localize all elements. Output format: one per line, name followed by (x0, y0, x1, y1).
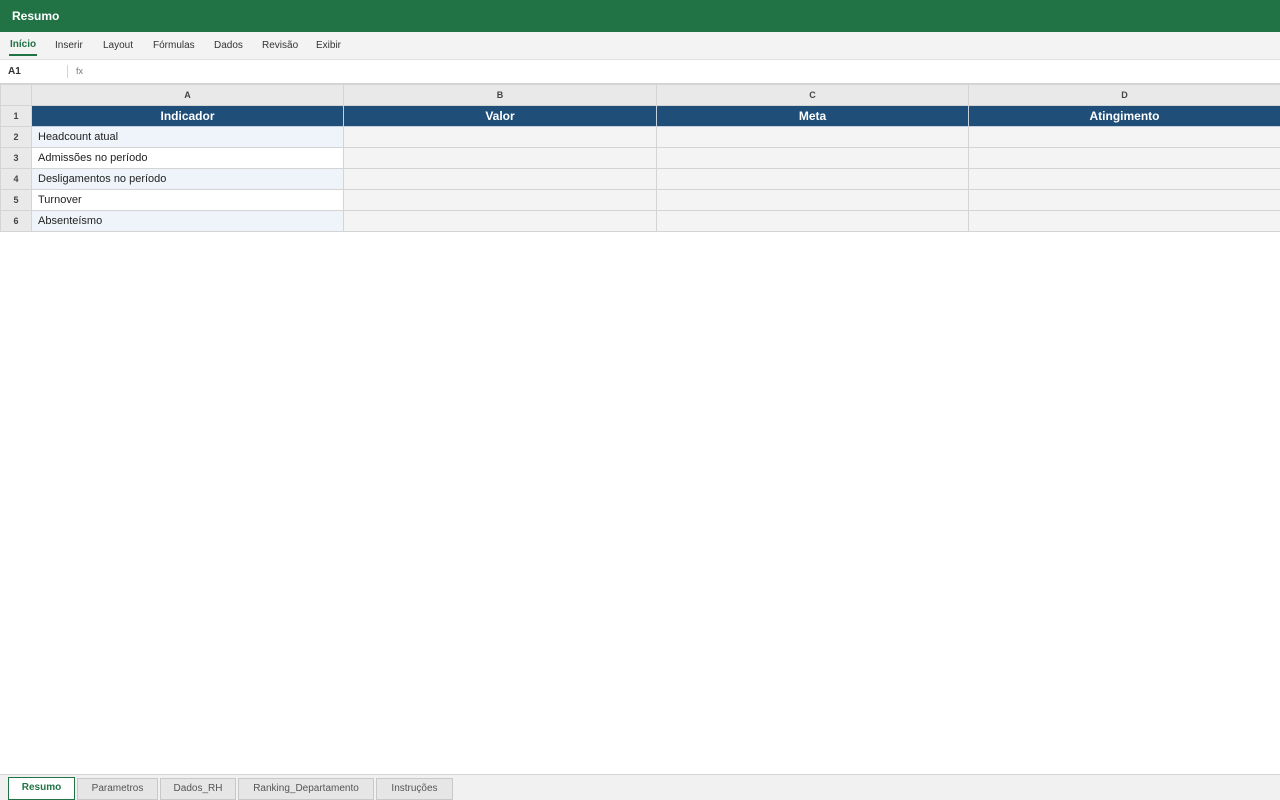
select-all-corner[interactable] (0, 84, 32, 106)
header-cell-meta[interactable]: Meta (656, 105, 969, 127)
column-header-c[interactable]: C (656, 84, 969, 106)
sheet-tab-instrucoes[interactable]: Instruções (376, 778, 453, 800)
value-cell[interactable] (343, 126, 657, 148)
indicator-cell[interactable]: Desligamentos no período (31, 168, 344, 190)
formula-input[interactable] (92, 63, 1272, 81)
table-row: 3 Admissões no período (0, 147, 1280, 169)
indicator-cell[interactable]: Headcount atual (31, 126, 344, 148)
name-box[interactable]: A1 (8, 66, 21, 77)
achievement-cell[interactable] (968, 189, 1280, 211)
title-bar: Resumo (0, 0, 1280, 32)
tab-revisao[interactable]: Revisão (262, 40, 298, 51)
column-header-a[interactable]: A (31, 84, 344, 106)
row-header[interactable]: 6 (0, 210, 32, 232)
formula-separator (67, 65, 68, 78)
target-cell[interactable] (656, 189, 969, 211)
value-cell[interactable] (343, 189, 657, 211)
indicator-cell[interactable]: Turnover (31, 189, 344, 211)
table-row: 4 Desligamentos no período (0, 168, 1280, 190)
tab-dados[interactable]: Dados (214, 40, 243, 51)
column-header-b[interactable]: B (343, 84, 657, 106)
indicator-cell[interactable]: Admissões no período (31, 147, 344, 169)
header-cell-atingimento[interactable]: Atingimento (968, 105, 1280, 127)
spreadsheet-grid: A B C D 1 Indicador Valor Meta Atingimen… (0, 84, 1280, 232)
table-row: 1 Indicador Valor Meta Atingimento (0, 105, 1280, 127)
column-header-d[interactable]: D (968, 84, 1280, 106)
sheet-tab-dados-rh[interactable]: Dados_RH (160, 778, 236, 800)
sheet-tab-bar: Resumo Parametros Dados_RH Ranking_Depar… (0, 774, 1280, 800)
table-row: 6 Absenteísmo (0, 210, 1280, 232)
row-header[interactable]: 5 (0, 189, 32, 211)
achievement-cell[interactable] (968, 147, 1280, 169)
row-header[interactable]: 3 (0, 147, 32, 169)
value-cell[interactable] (343, 147, 657, 169)
header-cell-valor[interactable]: Valor (343, 105, 657, 127)
sheet-tab-ranking-departamento[interactable]: Ranking_Departamento (238, 778, 374, 800)
value-cell[interactable] (343, 210, 657, 232)
tab-inicio[interactable]: Início (8, 39, 38, 56)
row-header[interactable]: 2 (0, 126, 32, 148)
table-row: 5 Turnover (0, 189, 1280, 211)
value-cell[interactable] (343, 168, 657, 190)
sheet-tab-parametros[interactable]: Parametros (77, 778, 158, 800)
ribbon-tabs: Início Inserir Layout Fórmulas Dados Rev… (0, 32, 1280, 60)
table-row: 2 Headcount atual (0, 126, 1280, 148)
tab-inserir[interactable]: Inserir (55, 40, 83, 51)
fx-icon: fx (76, 66, 84, 76)
tab-exibir[interactable]: Exibir (316, 40, 341, 51)
row-header[interactable]: 4 (0, 168, 32, 190)
tab-formulas[interactable]: Fórmulas (153, 40, 195, 51)
header-cell-indicador[interactable]: Indicador (31, 105, 344, 127)
target-cell[interactable] (656, 210, 969, 232)
achievement-cell[interactable] (968, 126, 1280, 148)
tab-layout[interactable]: Layout (103, 40, 133, 51)
row-header[interactable]: 1 (0, 105, 32, 127)
achievement-cell[interactable] (968, 168, 1280, 190)
achievement-cell[interactable] (968, 210, 1280, 232)
sheet-tab-resumo[interactable]: Resumo (8, 777, 75, 800)
target-cell[interactable] (656, 147, 969, 169)
indicator-cell[interactable]: Absenteísmo (31, 210, 344, 232)
target-cell[interactable] (656, 168, 969, 190)
formula-bar: A1 fx (0, 60, 1280, 84)
window-title: Resumo (12, 9, 60, 23)
target-cell[interactable] (656, 126, 969, 148)
